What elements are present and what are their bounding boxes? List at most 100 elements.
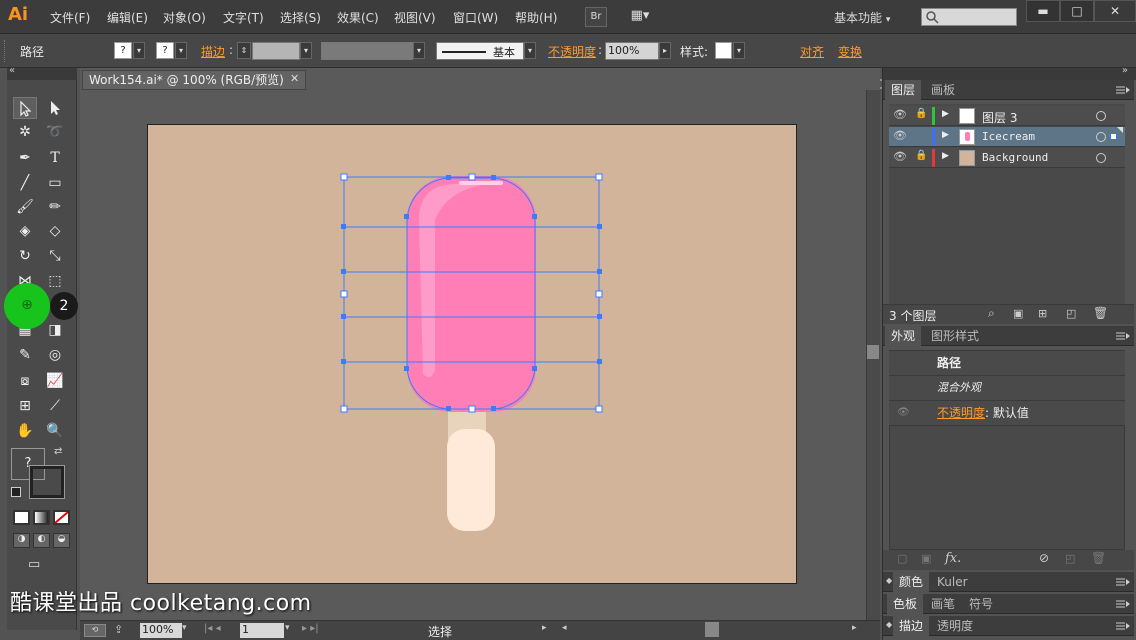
panel-expand-icon[interactable]: ◆ bbox=[886, 620, 892, 629]
default-fill-stroke-icon[interactable] bbox=[11, 487, 21, 497]
target-circle-icon[interactable] bbox=[1096, 132, 1106, 142]
stroke-weight-stepper[interactable]: ⇕ bbox=[237, 42, 251, 59]
scale-tool-icon[interactable]: ⤡ bbox=[43, 245, 67, 267]
create-new-layer-icon[interactable]: ◰ bbox=[1066, 307, 1076, 320]
layer-name[interactable]: 图层 3 bbox=[982, 109, 1017, 126]
menu-window[interactable]: 窗口(W) bbox=[453, 9, 498, 26]
visibility-eye-icon[interactable]: 👁 bbox=[893, 150, 907, 163]
zoom-dropdown-icon[interactable]: ▾ bbox=[182, 623, 187, 633]
symbol-sprayer-tool-icon[interactable]: ⧇ bbox=[13, 370, 37, 392]
type-tool-icon[interactable]: T bbox=[43, 147, 67, 169]
visibility-eye-icon[interactable]: 👁 bbox=[897, 401, 910, 425]
layer-name[interactable]: Icecream bbox=[982, 130, 1035, 143]
draw-behind-icon[interactable]: ◐ bbox=[33, 533, 50, 548]
stroke-swatch[interactable]: ? bbox=[156, 42, 174, 59]
layers-panel-menu-icon[interactable] bbox=[1115, 85, 1131, 95]
view-mode-icon[interactable]: ⟲ bbox=[84, 624, 106, 637]
panel-expand-icon[interactable]: ◆ bbox=[886, 576, 892, 585]
selection-tool-icon[interactable] bbox=[13, 97, 37, 119]
document-tab[interactable]: Work154.ai* @ 100% (RGB/预览) bbox=[82, 70, 306, 90]
duplicate-item-icon[interactable]: ◰ bbox=[1065, 552, 1075, 565]
tab-color[interactable]: 颜色 bbox=[893, 572, 930, 592]
tab-swatches[interactable]: 色板 bbox=[887, 594, 924, 614]
appearance-opacity-row[interactable]: 👁 不透明度: 默认值 bbox=[889, 401, 1125, 426]
last-artboard-icon[interactable]: ▸ ▸| bbox=[302, 623, 319, 634]
first-artboard-icon[interactable]: |◂ ◂ bbox=[204, 623, 221, 634]
target-circle-icon[interactable] bbox=[1096, 111, 1106, 121]
stroke-dropdown[interactable]: ▾ bbox=[175, 42, 187, 59]
variable-width-dropdown[interactable]: ▾ bbox=[413, 42, 425, 59]
transform-link[interactable]: 变换 bbox=[838, 43, 862, 60]
artboard-tool-icon[interactable]: ⊞ bbox=[13, 395, 37, 417]
locate-object-icon[interactable]: ⌕ bbox=[988, 306, 995, 321]
layer-row[interactable]: 👁 🔒 ▶ 图层 3 bbox=[889, 106, 1125, 126]
expand-triangle-icon[interactable]: ▶ bbox=[942, 109, 949, 119]
horizontal-scroll-thumb[interactable] bbox=[705, 622, 719, 637]
pencil-tool-icon[interactable]: ✏ bbox=[43, 196, 67, 218]
variable-width-profile[interactable] bbox=[321, 42, 413, 60]
swap-fill-stroke-icon[interactable]: ⇄ bbox=[54, 446, 62, 457]
menu-help[interactable]: 帮助(H) bbox=[515, 9, 557, 26]
stroke-weight-field[interactable] bbox=[252, 42, 300, 60]
layer-row[interactable]: 👁 ▶ Icecream bbox=[889, 127, 1125, 147]
make-clipping-mask-icon[interactable]: ▣ bbox=[1013, 307, 1023, 320]
tab-appearance[interactable]: 外观 bbox=[885, 326, 922, 346]
blob-brush-tool-icon[interactable]: ◈ bbox=[13, 220, 37, 242]
appearance-opacity-link[interactable]: 不透明度 bbox=[937, 406, 985, 420]
lasso-tool-icon[interactable]: ➰ bbox=[43, 121, 67, 143]
delete-layer-icon[interactable]: 🗑 bbox=[1093, 306, 1108, 320]
hand-tool-icon[interactable]: ✋ bbox=[13, 420, 37, 442]
icecream-stick[interactable] bbox=[447, 429, 495, 531]
arrange-documents-button[interactable]: ▦▾ bbox=[624, 7, 656, 27]
gradient-tool-icon[interactable]: ◨ bbox=[43, 319, 67, 341]
brush-definition-field[interactable]: 基本 bbox=[436, 42, 524, 60]
collapse-icon[interactable]: « bbox=[9, 65, 15, 76]
maximize-button[interactable]: □ bbox=[1060, 0, 1094, 22]
menu-file[interactable]: 文件(F) bbox=[50, 9, 90, 26]
rectangle-tool-icon[interactable]: ▭ bbox=[43, 172, 67, 194]
layer-row[interactable]: 👁 🔒 ▶ Background bbox=[889, 148, 1125, 168]
shape-builder-tool-icon[interactable]: ⊕ bbox=[15, 294, 39, 316]
draw-normal-icon[interactable]: ◑ bbox=[13, 533, 30, 548]
eyedropper-tool-icon[interactable]: ✎ bbox=[13, 344, 37, 366]
opacity-dropdown[interactable]: ▸ bbox=[659, 42, 671, 59]
paintbrush-tool-icon[interactable]: 🖌 bbox=[13, 196, 37, 218]
selection-indicator[interactable] bbox=[1110, 133, 1117, 140]
free-transform-tool-icon[interactable]: ⬚ bbox=[43, 270, 67, 292]
rotate-tool-icon[interactable]: ↻ bbox=[13, 245, 37, 267]
blend-tool-icon[interactable]: ◎ bbox=[43, 344, 67, 366]
visibility-eye-icon[interactable]: 👁 bbox=[893, 108, 907, 121]
workspace-switcher[interactable]: 基本功能 ▾ bbox=[834, 9, 890, 26]
stroke-panel-menu-icon[interactable] bbox=[1115, 621, 1131, 631]
menu-edit[interactable]: 编辑(E) bbox=[107, 9, 148, 26]
line-tool-icon[interactable]: ╱ bbox=[13, 172, 37, 194]
graphic-style-dropdown[interactable]: ▾ bbox=[733, 42, 745, 59]
lock-icon[interactable]: 🔒 bbox=[915, 108, 927, 119]
slice-tool-icon[interactable]: ⟋ bbox=[43, 395, 67, 417]
none-mode-button[interactable] bbox=[53, 510, 70, 525]
visibility-eye-icon[interactable]: 👁 bbox=[893, 129, 907, 142]
fill-swatch[interactable]: ? bbox=[114, 42, 132, 59]
dock-header[interactable]: » bbox=[883, 65, 1136, 80]
clear-appearance-icon[interactable]: ⊘ bbox=[1039, 551, 1049, 565]
share-icon[interactable]: ⇪ bbox=[114, 623, 123, 636]
add-fill-icon[interactable]: ▣ bbox=[921, 552, 931, 565]
menu-select[interactable]: 选择(S) bbox=[280, 9, 321, 26]
stroke-indicator[interactable] bbox=[29, 465, 65, 499]
add-effect-fx-icon[interactable]: fx. bbox=[945, 551, 961, 566]
tab-artboards[interactable]: 画板 bbox=[925, 80, 961, 100]
tab-layers[interactable]: 图层 bbox=[885, 80, 922, 100]
align-link[interactable]: 对齐 bbox=[800, 43, 824, 60]
vertical-scroll-thumb[interactable] bbox=[867, 345, 879, 359]
brush-definition-dropdown[interactable]: ▾ bbox=[524, 42, 536, 59]
close-button[interactable]: ✕ bbox=[1094, 0, 1136, 22]
menu-effect[interactable]: 效果(C) bbox=[337, 9, 379, 26]
graphic-style-swatch[interactable] bbox=[715, 42, 732, 59]
magic-wand-tool-icon[interactable]: ✲ bbox=[13, 121, 37, 143]
color-panel-menu-icon[interactable] bbox=[1115, 577, 1131, 587]
scroll-right-icon[interactable]: ▸ bbox=[852, 623, 857, 633]
gradient-mode-button[interactable] bbox=[33, 510, 50, 525]
scroll-left-icon[interactable]: ◂ bbox=[562, 623, 567, 633]
bridge-button[interactable]: Br bbox=[585, 7, 607, 27]
delete-item-icon[interactable]: 🗑 bbox=[1091, 551, 1106, 565]
